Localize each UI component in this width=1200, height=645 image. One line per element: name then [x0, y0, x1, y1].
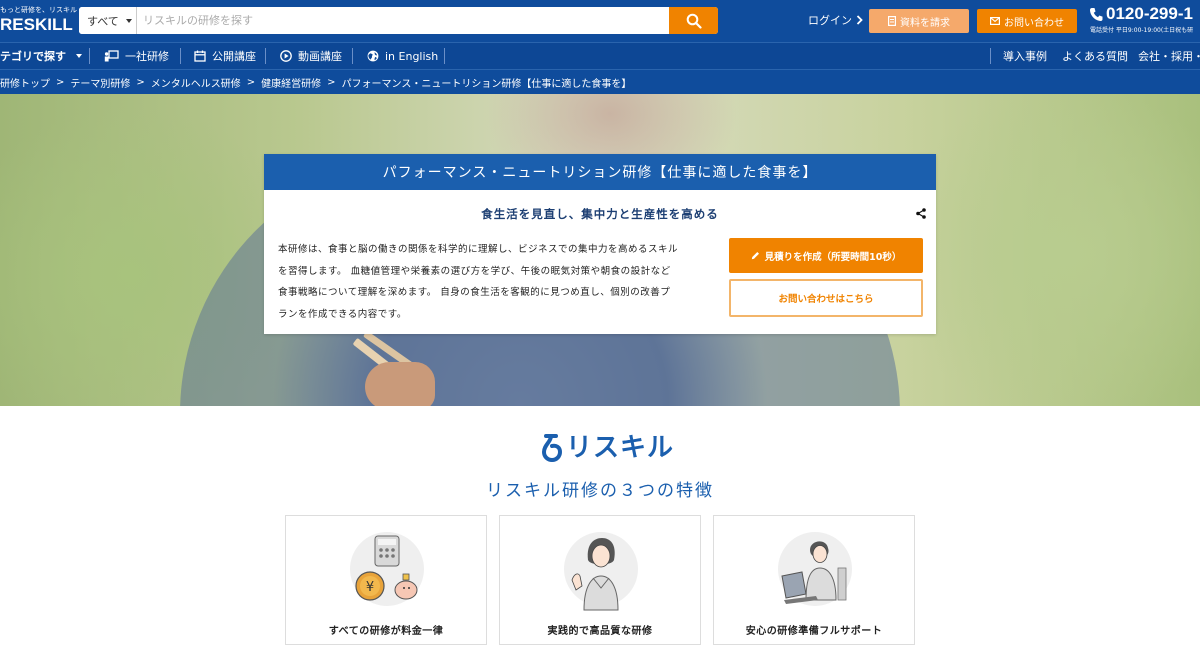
pencil-icon [751, 252, 759, 260]
nav-divider [89, 48, 90, 64]
nav-item-inhouse-training[interactable]: 一社研修 [104, 43, 169, 69]
brand-name: リスキル [566, 433, 675, 463]
nav-item-video-course[interactable]: 動画講座 [280, 43, 342, 69]
presentation-icon [104, 50, 119, 62]
share-icon[interactable] [916, 208, 926, 219]
contact-us-button[interactable]: お問い合わせはこちら [729, 279, 923, 317]
site-logo[interactable]: もっと研修を、リスキル RESKILL [0, 4, 77, 36]
phone-hours: 電話受付 平日9:00-19:00(土日祝も研 [1090, 27, 1194, 34]
nav-item-label: 公開講座 [212, 50, 256, 63]
nav-item-label: よくある質問 [1062, 50, 1128, 63]
search-input[interactable] [137, 7, 669, 34]
chevron-down-icon [125, 18, 132, 23]
login-label: ログイン [808, 14, 852, 27]
search-category-select[interactable]: すべて [79, 7, 137, 34]
nav-item-public-seminar[interactable]: 公開講座 [194, 43, 256, 69]
trainer-woman-icon [562, 530, 640, 612]
mail-icon [990, 17, 1000, 25]
feature-card-flat-pricing[interactable]: ¥ すべての研修が料金一律 [285, 515, 487, 645]
phone-number: 0120-299-1 [1106, 4, 1193, 23]
breadcrumb-separator-icon: > [56, 76, 65, 88]
nav-category-label: テゴリで探す [0, 50, 66, 63]
nav-category-menu[interactable]: テゴリで探す [0, 43, 82, 69]
phone-contact[interactable]: 0120-299-1 電話受付 平日9:00-19:00(土日祝も研 [1089, 4, 1193, 34]
breadcrumb-item[interactable]: 研修トップ [0, 75, 50, 90]
search-bar: すべて [79, 7, 718, 34]
search-button[interactable] [669, 7, 718, 34]
svg-text:¥: ¥ [366, 580, 374, 595]
description-line: ランを作成できる内容です。 [278, 308, 407, 320]
globe-icon [367, 50, 379, 62]
login-link[interactable]: ログイン [808, 12, 863, 28]
top-header: もっと研修を、リスキル RESKILL すべて ログイン 資料を請求 [0, 0, 1200, 42]
logo-tagline: もっと研修を、リスキル [0, 6, 77, 14]
feature-label: 実践的で高品質な研修 [547, 626, 653, 637]
feature-label: すべての研修が料金一律 [328, 626, 444, 637]
nav-divider [265, 48, 266, 64]
hero-hand [365, 362, 435, 406]
nav-item-label: 導入事例 [1003, 50, 1047, 63]
estimate-button-label: 見積りを作成（所要時間10秒） [764, 251, 902, 263]
description-line: 食事戦略について理解を深めます。 自身の食生活を客観的に見つめ直し、個別の改善プ [278, 287, 671, 298]
reskill-logo-icon [541, 434, 563, 463]
features-heading: リスキル研修の３つの特徴 [486, 481, 714, 501]
description-line: を習得します。 血糖値管理や栄養素の選び方を学び、午後の眠気対策や朝食の設計など [278, 265, 671, 277]
estimate-button[interactable]: 見積りを作成（所要時間10秒） [729, 238, 923, 273]
reskill-brand-logo: リスキル [540, 432, 674, 464]
main-nav: テゴリで探す 一社研修 公開講座 動画講座 in English 導入事例 よく… [0, 42, 1200, 70]
contact-us-label: お問い合わせはこちら [778, 294, 874, 305]
nav-divider [990, 48, 991, 64]
description-line: 本研修は、食事と脳の働きの関係を科学的に理解し、ビジネスでの集中力を高めるスキル [278, 244, 679, 255]
contact-button[interactable]: お問い合わせ [977, 9, 1077, 33]
feature-card-full-support[interactable]: 安心の研修準備フルサポート [713, 515, 915, 645]
nav-item-label: 動画講座 [298, 50, 342, 63]
document-icon [888, 16, 896, 26]
contact-label: お問い合わせ [1004, 17, 1064, 29]
nav-item-company-info[interactable]: 会社・採用・IF [1138, 43, 1200, 69]
breadcrumb-separator-icon: > [136, 76, 145, 88]
nav-item-label: 一社研修 [125, 50, 169, 63]
calculator-piggybank-icon: ¥ [348, 530, 426, 612]
breadcrumb-separator-icon: > [246, 76, 256, 88]
search-icon [686, 13, 702, 29]
course-description: 本研修は、食事と脳の働きの関係を科学的に理解し、ビジネスでの集中力を高めるスキル… [278, 239, 708, 325]
support-staff-laptop-icon [776, 530, 854, 612]
breadcrumb-item[interactable]: テーマ別研修 [70, 75, 130, 90]
nav-item-case-studies[interactable]: 導入事例 [1003, 43, 1047, 69]
nav-item-label: 会社・採用・IF [1138, 50, 1200, 63]
nav-divider [444, 48, 445, 64]
nav-item-label: in English [385, 49, 439, 63]
chevron-right-icon [856, 15, 863, 25]
breadcrumb-separator-icon: > [327, 76, 336, 88]
nav-divider [180, 48, 181, 64]
logo-text: RESKILL [0, 15, 73, 34]
feature-label: 安心の研修準備フルサポート [745, 626, 883, 637]
chevron-down-icon [76, 54, 82, 58]
course-summary-card: パフォーマンス・ニュートリション研修【仕事に適した食事を】 食生活を見直し、集中… [264, 154, 936, 334]
calendar-icon [194, 50, 206, 62]
breadcrumb-item[interactable]: 健康経営研修 [261, 75, 321, 90]
feature-card-practical-quality[interactable]: 実践的で高品質な研修 [499, 515, 701, 645]
course-title: パフォーマンス・ニュートリション研修【仕事に適した食事を】 [264, 154, 936, 190]
nav-item-faq[interactable]: よくある質問 [1062, 43, 1128, 69]
breadcrumb: 研修トップ > テーマ別研修 > メンタルヘルス研修 > 健康経営研修 > パフ… [0, 70, 1200, 94]
play-circle-icon [280, 50, 292, 62]
phone-icon [1090, 7, 1103, 21]
search-category-label: すべて [87, 14, 119, 28]
course-subtitle: 食生活を見直し、集中力と生産性を高める [481, 207, 719, 221]
request-docs-label: 資料を請求 [900, 17, 950, 29]
breadcrumb-current: パフォーマンス・ニュートリション研修【仕事に適した食事を】 [341, 78, 632, 90]
nav-divider [352, 48, 353, 64]
nav-item-in-english[interactable]: in English [367, 43, 438, 69]
breadcrumb-item[interactable]: メンタルヘルス研修 [151, 75, 241, 90]
request-docs-button[interactable]: 資料を請求 [869, 9, 969, 33]
